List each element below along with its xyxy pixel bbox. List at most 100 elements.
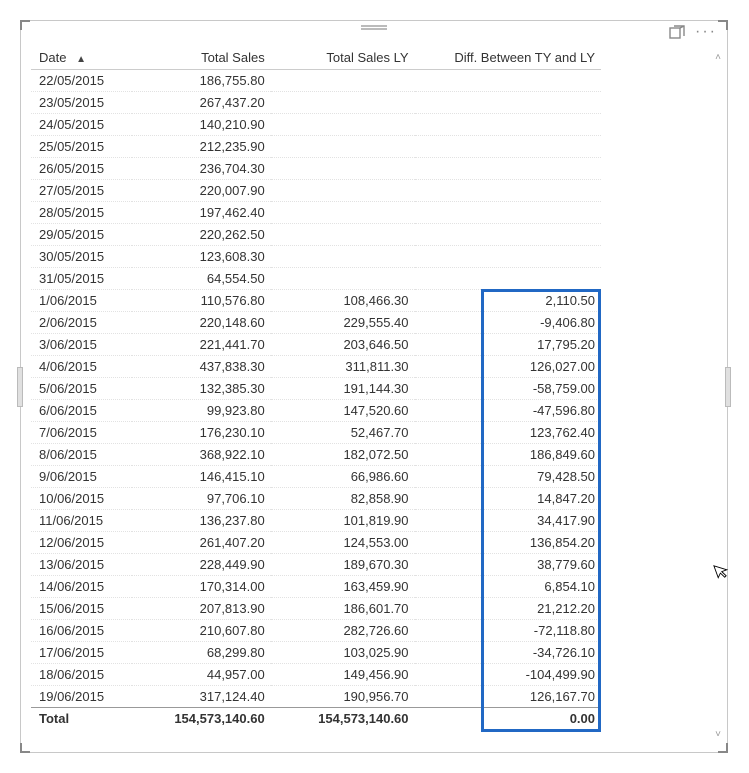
vertical-scrollbar[interactable]: ˄ ˅ <box>712 51 724 740</box>
cell-diff: -34,726.10 <box>415 641 601 663</box>
table-row[interactable]: 8/06/2015368,922.10182,072.50186,849.60 <box>31 443 601 465</box>
table-row[interactable]: 30/05/2015123,608.30 <box>31 245 601 267</box>
table-row[interactable]: 29/05/2015220,262.50 <box>31 223 601 245</box>
cell-diff <box>415 135 601 157</box>
table-row[interactable]: 7/06/2015176,230.1052,467.70123,762.40 <box>31 421 601 443</box>
table-row[interactable]: 18/06/201544,957.00149,456.90-104,499.90 <box>31 663 601 685</box>
table-row[interactable]: 27/05/2015220,007.90 <box>31 179 601 201</box>
column-header-diff[interactable]: Diff. Between TY and LY <box>415 47 601 69</box>
focus-mode-icon[interactable] <box>669 25 685 44</box>
cell-total-sales: 110,576.80 <box>132 289 271 311</box>
table-row[interactable]: 19/06/2015317,124.40190,956.70126,167.70 <box>31 685 601 707</box>
table-row[interactable]: 13/06/2015228,449.90189,670.3038,779.60 <box>31 553 601 575</box>
table-row[interactable]: 17/06/201568,299.80103,025.90-34,726.10 <box>31 641 601 663</box>
cell-total-sales: 197,462.40 <box>132 201 271 223</box>
cell-total-sales-ly: 203,646.50 <box>271 333 415 355</box>
table-row[interactable]: 28/05/2015197,462.40 <box>31 201 601 223</box>
cell-diff <box>415 201 601 223</box>
table-row[interactable]: 22/05/2015186,755.80 <box>31 69 601 91</box>
cell-total-sales-ly <box>271 91 415 113</box>
header-row: Date ▲ Total Sales Total Sales LY Diff. … <box>31 47 601 69</box>
sort-ascending-icon: ▲ <box>76 54 86 65</box>
resize-grip-tr[interactable] <box>718 20 728 30</box>
cell-date: 27/05/2015 <box>31 179 132 201</box>
cell-diff: 186,849.60 <box>415 443 601 465</box>
cell-total-sales: 99,923.80 <box>132 399 271 421</box>
table-row[interactable]: 15/06/2015207,813.90186,601.7021,212.20 <box>31 597 601 619</box>
scroll-down-icon[interactable]: ˅ <box>712 728 724 740</box>
cell-total-sales: 267,437.20 <box>132 91 271 113</box>
cell-total-sales: 64,554.50 <box>132 267 271 289</box>
cell-diff <box>415 179 601 201</box>
cell-total-sales-ly: 82,858.90 <box>271 487 415 509</box>
cell-date: 12/06/2015 <box>31 531 132 553</box>
resize-grip-left[interactable] <box>17 367 23 407</box>
table-row[interactable]: 6/06/201599,923.80147,520.60-47,596.80 <box>31 399 601 421</box>
table-row[interactable]: 11/06/2015136,237.80101,819.9034,417.90 <box>31 509 601 531</box>
drag-handle-icon[interactable] <box>359 23 389 29</box>
table-row[interactable]: 26/05/2015236,704.30 <box>31 157 601 179</box>
cell-total-sales: 97,706.10 <box>132 487 271 509</box>
cell-diff: 38,779.60 <box>415 553 601 575</box>
cell-date: 31/05/2015 <box>31 267 132 289</box>
cell-date: 30/05/2015 <box>31 245 132 267</box>
more-options-icon[interactable]: ··· <box>695 25 717 44</box>
visual-header: ··· <box>669 25 717 44</box>
column-header-total-sales-ly[interactable]: Total Sales LY <box>271 47 415 69</box>
cell-total-sales: 261,407.20 <box>132 531 271 553</box>
table-row[interactable]: 1/06/2015110,576.80108,466.302,110.50 <box>31 289 601 311</box>
table-row[interactable]: 3/06/2015221,441.70203,646.5017,795.20 <box>31 333 601 355</box>
column-header-total-sales[interactable]: Total Sales <box>132 47 271 69</box>
resize-grip-bl[interactable] <box>20 743 30 753</box>
cell-diff: -104,499.90 <box>415 663 601 685</box>
resize-grip-tl[interactable] <box>20 20 30 30</box>
cell-total-sales-ly: 52,467.70 <box>271 421 415 443</box>
cell-total-sales: 207,813.90 <box>132 597 271 619</box>
table-row[interactable]: 31/05/201564,554.50 <box>31 267 601 289</box>
table-visual: ··· Date ▲ Total Sales Total Sales LY Di… <box>20 20 728 753</box>
cell-date: 19/06/2015 <box>31 685 132 707</box>
table-row[interactable]: 14/06/2015170,314.00163,459.906,854.10 <box>31 575 601 597</box>
cell-total-sales-ly: 124,553.00 <box>271 531 415 553</box>
cell-total-sales: 170,314.00 <box>132 575 271 597</box>
table-row[interactable]: 24/05/2015140,210.90 <box>31 113 601 135</box>
cell-total-sales: 146,415.10 <box>132 465 271 487</box>
cell-diff: 79,428.50 <box>415 465 601 487</box>
cell-date: 2/06/2015 <box>31 311 132 333</box>
cell-date: 28/05/2015 <box>31 201 132 223</box>
cell-total-sales: 317,124.40 <box>132 685 271 707</box>
cell-date: 4/06/2015 <box>31 355 132 377</box>
cell-diff <box>415 69 601 91</box>
table-row[interactable]: 16/06/2015210,607.80282,726.60-72,118.80 <box>31 619 601 641</box>
data-table: Date ▲ Total Sales Total Sales LY Diff. … <box>31 47 601 729</box>
cell-total-sales-ly: 282,726.60 <box>271 619 415 641</box>
cell-diff: 17,795.20 <box>415 333 601 355</box>
cell-total-sales-ly: 108,466.30 <box>271 289 415 311</box>
cell-total-sales: 212,235.90 <box>132 135 271 157</box>
table-row[interactable]: 4/06/2015437,838.30311,811.30126,027.00 <box>31 355 601 377</box>
scroll-up-icon[interactable]: ˄ <box>712 51 724 63</box>
cell-diff: -58,759.00 <box>415 377 601 399</box>
table-row[interactable]: 9/06/2015146,415.1066,986.6079,428.50 <box>31 465 601 487</box>
resize-grip-br[interactable] <box>718 743 728 753</box>
cell-date: 24/05/2015 <box>31 113 132 135</box>
cell-total-sales-ly: 163,459.90 <box>271 575 415 597</box>
cell-total-sales-ly: 189,670.30 <box>271 553 415 575</box>
column-header-date[interactable]: Date ▲ <box>31 47 132 69</box>
resize-grip-right[interactable] <box>725 367 731 407</box>
table-row[interactable]: 25/05/2015212,235.90 <box>31 135 601 157</box>
table-row[interactable]: 10/06/201597,706.1082,858.9014,847.20 <box>31 487 601 509</box>
cell-total-sales-ly <box>271 223 415 245</box>
cell-total-sales-ly: 186,601.70 <box>271 597 415 619</box>
cell-total-sales-ly <box>271 69 415 91</box>
table-scroll-area: Date ▲ Total Sales Total Sales LY Diff. … <box>31 47 709 742</box>
table-row[interactable]: 12/06/2015261,407.20124,553.00136,854.20 <box>31 531 601 553</box>
cell-total-sales-ly <box>271 245 415 267</box>
cell-diff: 136,854.20 <box>415 531 601 553</box>
table-row[interactable]: 23/05/2015267,437.20 <box>31 91 601 113</box>
table-row[interactable]: 2/06/2015220,148.60229,555.40-9,406.80 <box>31 311 601 333</box>
totals-label: Total <box>31 707 132 729</box>
table-row[interactable]: 5/06/2015132,385.30191,144.30-58,759.00 <box>31 377 601 399</box>
cell-total-sales: 44,957.00 <box>132 663 271 685</box>
cell-total-sales-ly: 66,986.60 <box>271 465 415 487</box>
